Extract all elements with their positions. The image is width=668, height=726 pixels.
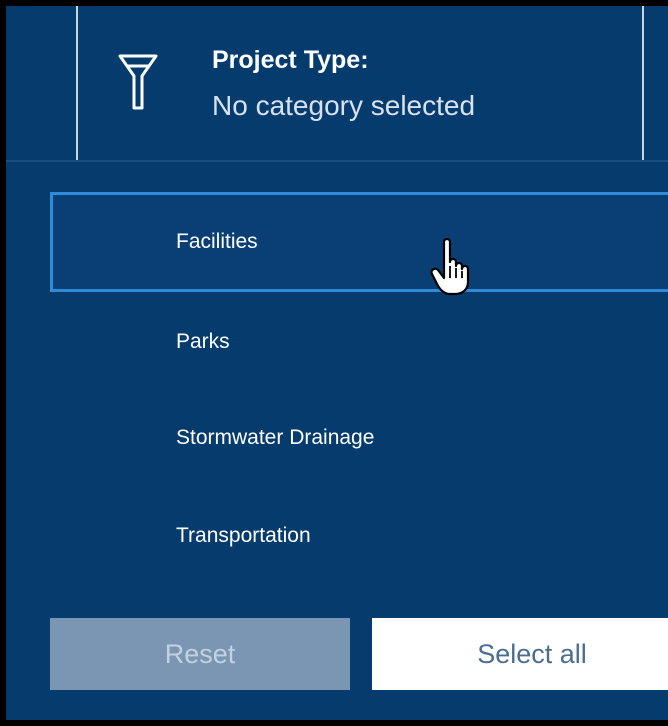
filter-widget: Project Type: No category selected Facil…	[6, 6, 668, 720]
header-divider-right	[642, 6, 644, 160]
header-divider-left	[76, 6, 78, 160]
hand-pointer-icon	[430, 237, 470, 296]
option-label: Transportation	[176, 524, 311, 547]
option-parks[interactable]: Parks	[50, 292, 668, 392]
option-transportation[interactable]: Transportation	[50, 486, 668, 586]
filter-selection-status: No category selected	[212, 90, 476, 121]
option-stormwater-drainage[interactable]: Stormwater Drainage	[50, 388, 668, 488]
option-label: Parks	[176, 330, 230, 353]
filter-icon	[118, 54, 158, 110]
option-label: Facilities	[176, 230, 258, 253]
option-label: Stormwater Drainage	[176, 426, 375, 449]
reset-button[interactable]: Reset	[50, 618, 350, 690]
select-all-button[interactable]: Select all	[372, 618, 668, 690]
filter-header[interactable]: Project Type: No category selected	[6, 6, 668, 160]
filter-title: Project Type:	[212, 46, 369, 74]
option-facilities[interactable]: Facilities	[50, 192, 668, 292]
